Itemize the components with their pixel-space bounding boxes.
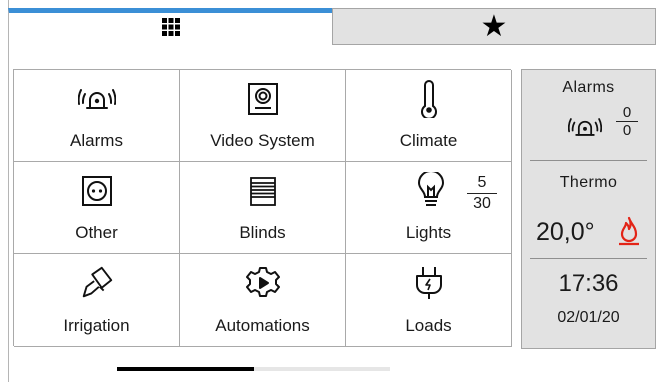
- tile-label: Loads: [405, 316, 452, 335]
- panel-divider: [530, 160, 647, 161]
- temperature-readout[interactable]: 20,0°: [536, 218, 595, 247]
- tile-label: Automations: [215, 316, 310, 335]
- tile-label: Alarms: [70, 131, 123, 150]
- tile-label: Irrigation: [63, 316, 130, 335]
- plug-icon: [410, 264, 448, 302]
- left-edge-rule: [8, 0, 9, 382]
- lights-on-counter: 5 30: [467, 174, 497, 213]
- tile-loads[interactable]: Loads: [346, 254, 512, 347]
- flame-icon: [617, 216, 641, 246]
- tile-blinds[interactable]: Blinds: [180, 162, 346, 254]
- tile-climate[interactable]: Climate: [346, 70, 512, 162]
- blinds-icon: [244, 172, 282, 210]
- lights-on-count: 5: [467, 174, 497, 194]
- tile-lights[interactable]: 5 30 Lights: [346, 162, 512, 254]
- panel-divider: [530, 258, 647, 259]
- tile-irrigation[interactable]: Irrigation: [14, 254, 180, 347]
- alarm-siren-icon[interactable]: [567, 112, 603, 142]
- function-tile-grid: Alarms Video System Climate Other Blinds…: [13, 69, 512, 347]
- alarms-total-count: 0: [622, 122, 632, 139]
- thermo-widget-title: Thermo: [559, 174, 618, 191]
- thermometer-icon: [410, 80, 448, 118]
- grid-icon: [161, 17, 180, 41]
- clock-date: 02/01/20: [557, 309, 620, 326]
- tile-label: Climate: [399, 131, 458, 150]
- tile-label: Video System: [210, 131, 315, 150]
- alarms-counter: 0 0: [616, 104, 638, 139]
- socket-icon: [78, 172, 116, 210]
- tile-label: Other: [75, 223, 118, 242]
- lightbulb-icon: [412, 172, 450, 210]
- tab-favorites[interactable]: ★: [332, 8, 656, 45]
- alarm-siren-icon: [77, 80, 116, 118]
- video-intercom-icon: [244, 80, 282, 118]
- watering-can-icon: [78, 264, 116, 302]
- tile-label: Lights: [405, 223, 452, 242]
- tile-video-system[interactable]: Video System: [180, 70, 346, 162]
- tile-alarms[interactable]: Alarms: [14, 70, 180, 162]
- alarms-active-count: 0: [616, 104, 638, 122]
- clock-time: 17:36: [558, 270, 619, 297]
- star-icon: ★: [480, 9, 508, 43]
- page-indicator-current: [117, 367, 254, 371]
- tile-label: Blinds: [239, 223, 286, 242]
- lights-total-count: 30: [473, 195, 491, 212]
- status-panel: Alarms 0 0 Thermo 20,0° 17:36 02/01/20: [521, 69, 656, 349]
- automation-gear-icon: [244, 264, 282, 302]
- alarms-widget-title: Alarms: [562, 79, 615, 96]
- tab-home-grid[interactable]: [8, 8, 332, 45]
- tile-other[interactable]: Other: [14, 162, 180, 254]
- tile-automations[interactable]: Automations: [180, 254, 346, 347]
